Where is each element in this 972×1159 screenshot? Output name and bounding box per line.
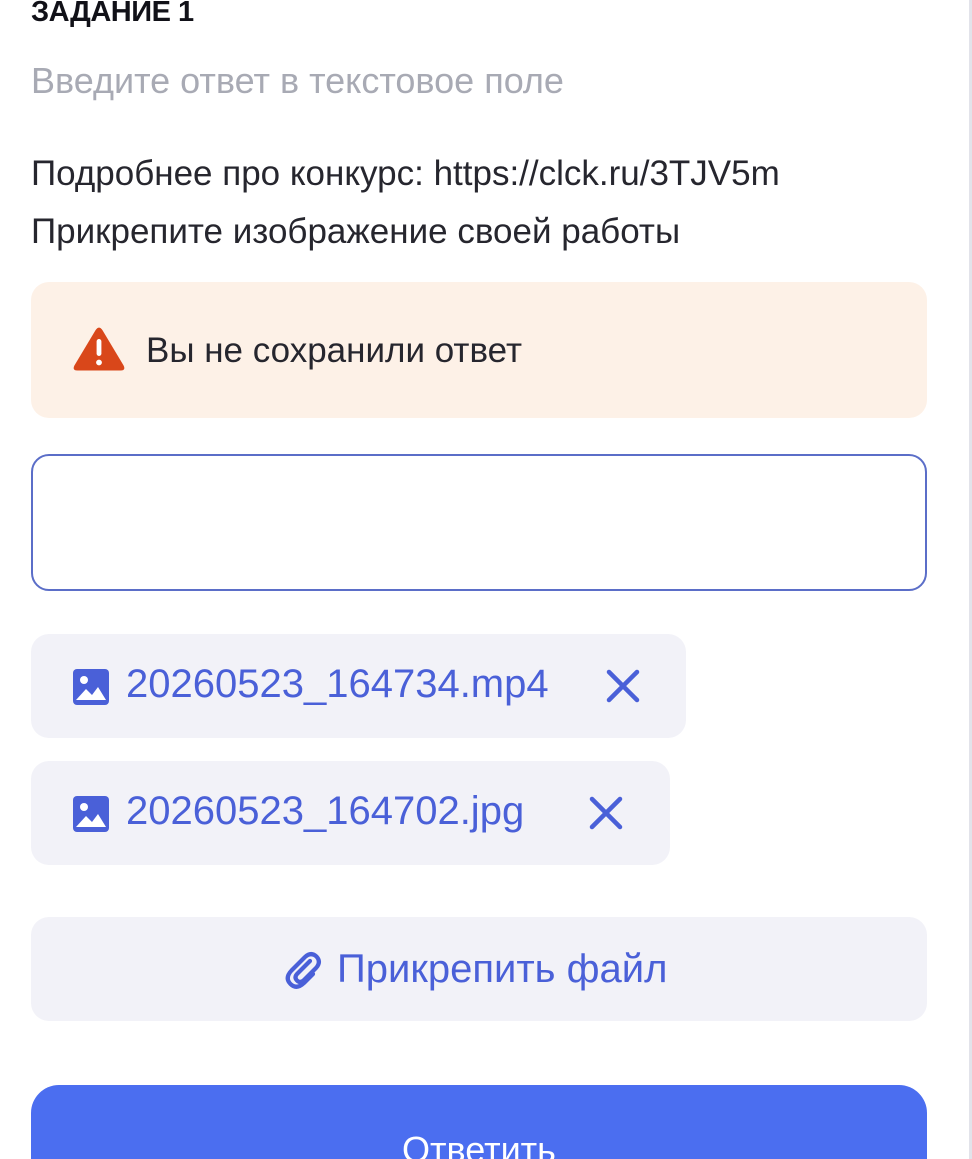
- task-subtitle: Введите ответ в текстовое поле: [31, 60, 564, 101]
- attach-file-button[interactable]: Прикрепить файл: [31, 917, 927, 1021]
- image-icon: [73, 669, 109, 705]
- submit-button-label: Ответить: [402, 1129, 556, 1159]
- answer-text-field[interactable]: [31, 454, 927, 591]
- paperclip-icon: [285, 952, 321, 989]
- image-icon: [73, 796, 109, 832]
- attachment-item[interactable]: 20260523_164702.jpg: [31, 761, 670, 865]
- close-icon[interactable]: [586, 793, 626, 833]
- task-description-instruction: Прикрепите изображение своей работы: [31, 212, 681, 251]
- attachment-item[interactable]: 20260523_164734.mp4: [31, 634, 686, 738]
- task-page: ЗАДАНИЕ 1 Введите ответ в текстовое поле…: [0, 0, 972, 1159]
- submit-answer-button[interactable]: Ответить: [31, 1085, 927, 1159]
- close-icon[interactable]: [603, 666, 643, 706]
- attachment-file-name[interactable]: 20260523_164734.mp4: [126, 662, 549, 707]
- unsaved-answer-alert: Вы не сохранили ответ: [31, 282, 927, 418]
- task-description-link: Подробнее про конкурс: https://clck.ru/3…: [31, 154, 780, 193]
- attach-file-label: Прикрепить файл: [337, 947, 668, 991]
- alert-text: Вы не сохранили ответ: [146, 331, 522, 370]
- attachment-file-name[interactable]: 20260523_164702.jpg: [126, 789, 524, 834]
- warning-triangle-icon: [73, 327, 125, 371]
- task-title: ЗАДАНИЕ 1: [31, 0, 194, 28]
